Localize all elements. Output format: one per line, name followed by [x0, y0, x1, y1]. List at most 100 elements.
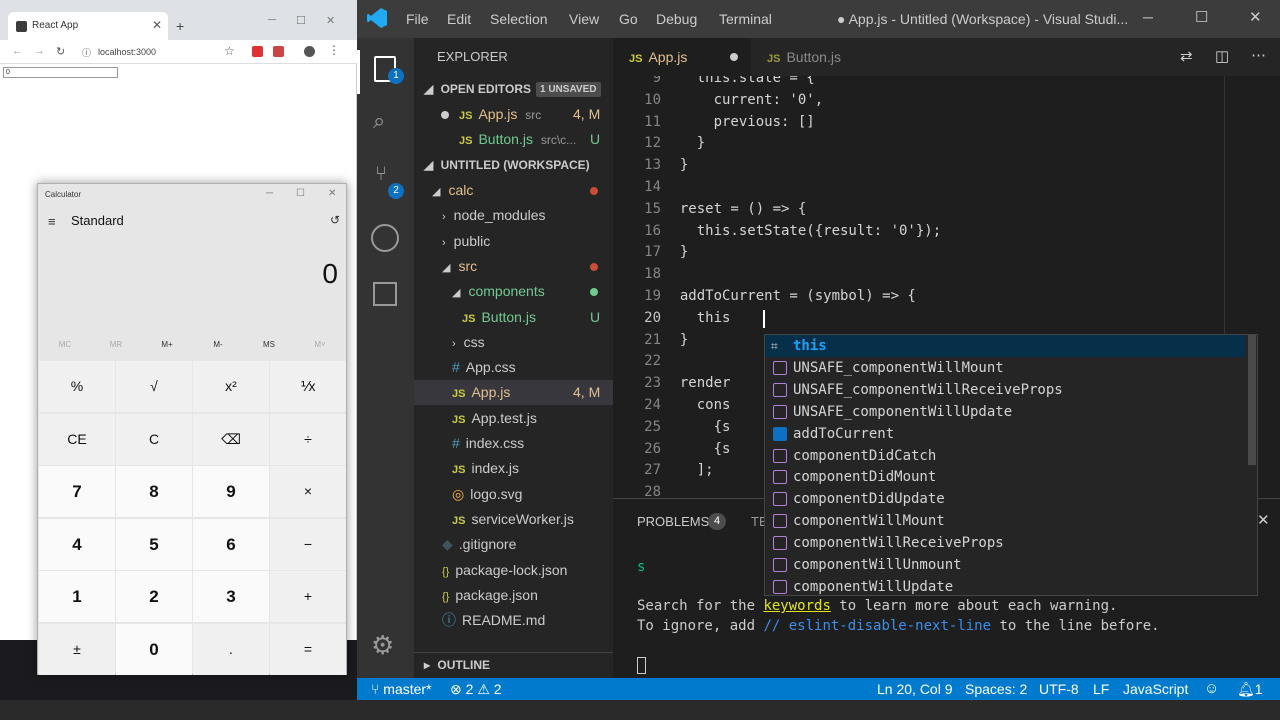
close-window-icon[interactable]: ✕ [326, 14, 335, 27]
open-editor-item-app[interactable]: JS App.js src 4, M [414, 102, 613, 127]
memory-subtract-button[interactable]: M- [193, 340, 243, 349]
forward-icon[interactable]: → [34, 45, 45, 57]
feedback-smiley-icon[interactable]: ☺ [1204, 680, 1219, 697]
tree-item[interactable]: JS App.test.js [414, 406, 613, 431]
menu-file[interactable]: File [406, 11, 429, 27]
calc-key[interactable]: 2 [116, 571, 192, 622]
calc-key[interactable]: . [193, 623, 269, 675]
more-actions-icon[interactable]: ⋯ [1251, 46, 1266, 64]
autocomplete-item[interactable]: componentDidMount [765, 466, 1245, 488]
memory-add-button[interactable]: M+ [142, 340, 192, 349]
calc-key[interactable]: x² [193, 361, 269, 412]
calc-key[interactable]: = [270, 623, 346, 675]
calc-key[interactable]: + [270, 571, 346, 622]
tree-item[interactable]: ◢ components [414, 279, 613, 304]
open-changes-icon[interactable]: ⇄ [1180, 47, 1193, 65]
autocomplete-item[interactable]: UNSAFE_componentWillReceiveProps [765, 379, 1245, 401]
calc-key[interactable]: 3 [193, 571, 269, 622]
menu-selection[interactable]: Selection [490, 11, 548, 27]
tree-item[interactable]: # App.css [414, 355, 613, 380]
tree-item[interactable]: › node_modules [414, 203, 613, 228]
branch-status[interactable]: ⑂ master* [371, 681, 432, 697]
menu-go[interactable]: Go [619, 11, 638, 27]
calc-key[interactable]: 6 [193, 518, 269, 570]
autocomplete-item[interactable]: componentWillUnmount [765, 554, 1245, 576]
settings-gear-icon[interactable]: ⚙ [371, 632, 394, 658]
memory-recall-button[interactable]: MR [91, 340, 141, 349]
problems-status[interactable]: ⊗ 2 ⚠ 2 [450, 681, 502, 698]
calc-key[interactable]: % [39, 361, 115, 412]
chrome-menu-icon[interactable]: ⋮ [328, 43, 340, 57]
search-icon[interactable]: ⌕ [373, 108, 385, 134]
tree-item[interactable]: › public [414, 229, 613, 254]
workspace-header[interactable]: ◢ UNTITLED (WORKSPACE) [414, 153, 613, 178]
calc-app-input[interactable]: 0 [3, 67, 118, 78]
cursor-position[interactable]: Ln 20, Col 9 [877, 681, 953, 697]
tree-item[interactable]: ⓘ README.md [414, 608, 613, 633]
tree-item[interactable]: ◎ logo.svg [414, 482, 613, 507]
close-panel-icon[interactable]: ✕ [1257, 511, 1270, 529]
calc-key[interactable]: 5 [116, 518, 192, 570]
calc-key[interactable]: C [116, 413, 192, 465]
tab-button-js[interactable]: JS Button.js [751, 38, 881, 76]
autocomplete-item[interactable]: UNSAFE_componentWillUpdate [765, 401, 1245, 423]
calc-key[interactable]: ⅟x [270, 361, 346, 412]
calc-key[interactable]: ÷ [270, 413, 346, 465]
minimize-icon[interactable]: ─ [268, 14, 276, 26]
autocomplete-item[interactable]: ⌗ this [765, 335, 1245, 357]
calc-key[interactable]: − [270, 518, 346, 570]
tree-item[interactable]: {} package-lock.json [414, 558, 613, 583]
calc-key[interactable]: ± [39, 623, 115, 675]
debug-icon[interactable] [371, 224, 399, 252]
history-icon[interactable]: ↺ [330, 213, 340, 227]
extensions-icon[interactable] [373, 282, 397, 306]
extension-pdf-icon[interactable] [273, 46, 284, 57]
menu-debug[interactable]: Debug [656, 11, 697, 27]
calc-key[interactable]: ⌫ [193, 413, 269, 465]
autocomplete-item[interactable]: componentDidUpdate [765, 488, 1245, 510]
chrome-tab[interactable]: React App ✕ [8, 12, 168, 40]
tree-item[interactable]: ◢ src [414, 254, 613, 279]
calc-key[interactable]: 9 [193, 466, 269, 517]
autocomplete-item[interactable]: componentDidCatch [765, 445, 1245, 467]
hamburger-menu-icon[interactable]: ≡ [48, 214, 56, 229]
tree-item[interactable]: ◢ calc [414, 178, 613, 203]
open-editor-item-button[interactable]: JS Button.js src\c... U [414, 127, 613, 152]
autocomplete-item[interactable]: componentWillReceiveProps [765, 532, 1245, 554]
calc-close-icon[interactable]: ✕ [328, 188, 336, 199]
tree-item[interactable]: # index.css [414, 431, 613, 456]
calc-key[interactable]: CE [39, 413, 115, 465]
autocomplete-item[interactable]: addToCurrent [765, 423, 1245, 445]
calc-key[interactable]: 8 [116, 466, 192, 517]
close-tab-icon[interactable]: ✕ [152, 18, 162, 32]
calc-maximize-icon[interactable]: ☐ [296, 188, 305, 199]
autocomplete-item[interactable]: componentWillMount [765, 510, 1245, 532]
tree-item[interactable]: › css [414, 330, 613, 355]
indentation[interactable]: Spaces: 2 [965, 681, 1027, 697]
calc-key[interactable]: 4 [39, 518, 115, 570]
back-icon[interactable]: ← [12, 45, 23, 57]
tree-item[interactable]: ◆ .gitignore [414, 532, 613, 557]
outline-header[interactable]: ▸ OUTLINE [414, 652, 613, 677]
line-endings[interactable]: LF [1093, 681, 1109, 697]
star-icon[interactable]: ☆ [224, 44, 235, 58]
tab-app-js[interactable]: JS App.js [613, 38, 751, 76]
maximize-icon[interactable]: ☐ [296, 14, 306, 27]
calc-key[interactable]: 1 [39, 571, 115, 622]
extension-adblock-icon[interactable] [252, 46, 263, 57]
tab-problems[interactable]: PROBLEMS [637, 514, 709, 529]
url-field[interactable]: ⓘ localhost:3000 [80, 44, 240, 60]
calc-key[interactable]: √ [116, 361, 192, 412]
autocomplete-item[interactable]: UNSAFE_componentWillMount [765, 357, 1245, 379]
menu-terminal[interactable]: Terminal [719, 11, 772, 27]
calc-key[interactable]: × [270, 466, 346, 517]
autocomplete-item[interactable]: componentWillUpdate [765, 576, 1245, 598]
reload-icon[interactable]: ↻ [56, 45, 65, 58]
memory-list-button[interactable]: M˅ [295, 340, 345, 349]
tree-item[interactable]: JS Button.js U [414, 305, 613, 330]
calc-key[interactable]: 7 [39, 466, 115, 517]
encoding[interactable]: UTF-8 [1039, 681, 1079, 697]
notifications-status[interactable]: 🔔︎1 [1237, 681, 1263, 698]
calc-key[interactable]: 0 [116, 623, 192, 675]
memory-clear-button[interactable]: MC [40, 340, 90, 349]
